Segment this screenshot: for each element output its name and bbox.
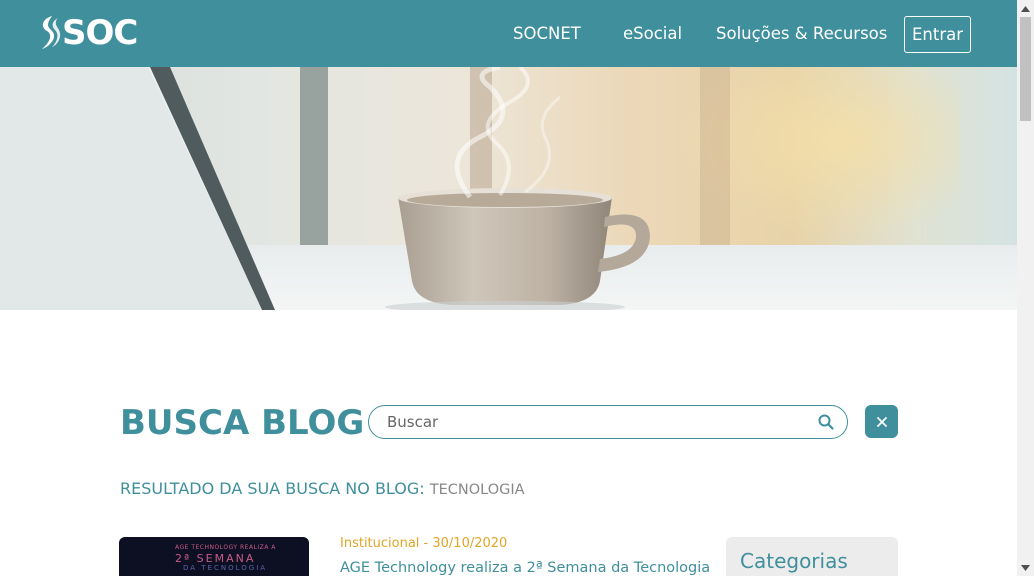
scrollbar-thumb[interactable] xyxy=(1020,17,1031,121)
soc-logo[interactable]: SOC xyxy=(38,13,138,53)
scroll-down-arrow-icon[interactable] xyxy=(1017,559,1034,576)
login-button[interactable]: Entrar xyxy=(904,16,971,53)
top-navigation-bar: SOC SOCNET eSocial Soluções & Recursos E… xyxy=(0,0,1017,67)
page-title: BUSCA BLOG xyxy=(120,403,365,443)
coffee-cup-and-laptop-photo xyxy=(0,67,1017,310)
nav-item-solucoes-recursos[interactable]: Soluções & Recursos xyxy=(716,22,887,46)
post-title-link[interactable]: AGE Technology realiza a 2ª Semana da Te… xyxy=(340,558,710,576)
result-label: RESULTADO DA SUA BUSCA NO BLOG: xyxy=(120,479,425,498)
result-term: TECNOLOGIA xyxy=(429,482,525,498)
categories-title: Categorias xyxy=(740,549,848,573)
soc-logo-mark-icon xyxy=(42,16,61,49)
logo-text: SOC xyxy=(62,13,138,53)
search-box xyxy=(368,405,848,439)
scroll-up-arrow-icon[interactable] xyxy=(1017,0,1034,17)
search-icon[interactable] xyxy=(818,414,834,430)
search-input[interactable] xyxy=(387,406,807,438)
thumbnail-text-line: AGE TECHNOLOGY REALIZA A xyxy=(175,544,276,551)
post-meta[interactable]: Institucional - 30/10/2020 xyxy=(340,535,507,553)
nav-item-socnet[interactable]: SOCNET xyxy=(513,22,581,46)
hero-banner xyxy=(0,67,1017,310)
page-scrollbar[interactable] xyxy=(1017,0,1034,576)
search-result-summary: RESULTADO DA SUA BUSCA NO BLOG: TECNOLOG… xyxy=(120,479,525,500)
page: SOC SOCNET eSocial Soluções & Recursos E… xyxy=(0,0,1034,576)
categories-sidebar: Categorias xyxy=(726,537,898,576)
thumbnail-text-line: DA TECNOLOGIA xyxy=(183,564,268,572)
post-thumbnail[interactable]: AGE TECHNOLOGY REALIZA A 2ª SEMANA DA TE… xyxy=(119,537,309,576)
nav-item-esocial[interactable]: eSocial xyxy=(623,22,682,46)
clear-search-button[interactable] xyxy=(865,405,898,438)
close-icon xyxy=(876,416,887,427)
